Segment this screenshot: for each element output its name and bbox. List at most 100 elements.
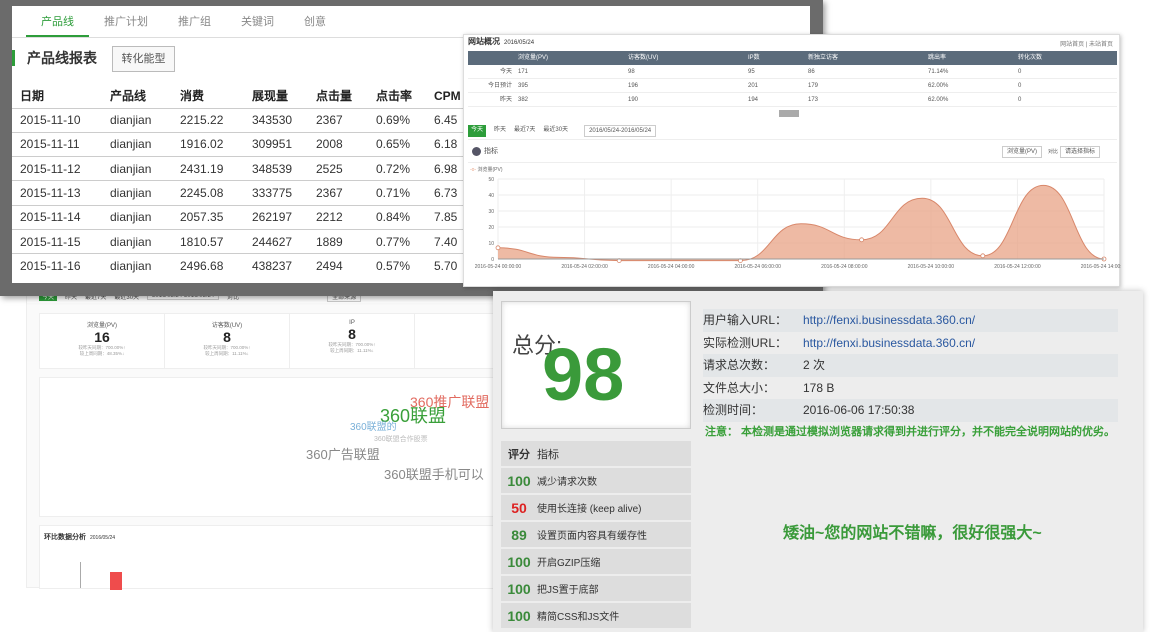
tab-keyword[interactable]: 关键词: [226, 6, 289, 37]
chart-icon: [472, 147, 481, 156]
item-score: 100: [507, 472, 531, 489]
summary-cell: 382: [518, 97, 529, 103]
kpi-note: 较上周同期：11.11%↓: [330, 348, 374, 353]
summary-cell: 395: [518, 83, 529, 89]
summary-column-header: 访客数(UV): [628, 55, 659, 61]
info-key: 请求总次数：: [703, 358, 776, 372]
compare-select[interactable]: 请选择指标: [1060, 146, 1101, 158]
column-header[interactable]: 产品线: [102, 84, 172, 108]
column-header[interactable]: 点击率: [368, 84, 426, 108]
period-7days[interactable]: 最近7天: [514, 125, 535, 137]
convert-button[interactable]: 转化能型: [112, 46, 175, 72]
summary-cell: 0: [1018, 83, 1022, 89]
info-key: 实际检测URL：: [703, 335, 788, 350]
table-cell: 2015-11-13: [12, 180, 102, 206]
summary-cell: 95: [748, 69, 755, 75]
compare-title: 环比数据分析 2016/05/24: [40, 526, 500, 548]
info-key: 用户输入URL：: [703, 313, 788, 327]
item-score: 100: [507, 607, 531, 624]
table-cell: 2008: [308, 131, 368, 157]
summary-row: 昨天 382 190 194 173 62.00% 0: [468, 94, 1117, 107]
summary-cell: 86: [808, 69, 815, 75]
cheer-text: 矮油~您的网站不错嘛，很好很强大~: [783, 525, 1042, 542]
url-link[interactable]: http://fenxi.businessdata.360.cn/: [803, 309, 975, 332]
cloud-word[interactable]: 360广告联盟: [306, 444, 380, 463]
info-value: 2016-06-06 17:50:38: [803, 403, 915, 417]
table-cell: 343530: [244, 107, 308, 133]
summary-cell: 194: [748, 97, 759, 103]
column-header[interactable]: 日期: [12, 84, 102, 108]
keyword-cloud: 360推广联盟 360联盟 360联盟的 360联盟合作股票 360广告联盟 3…: [39, 377, 501, 517]
table-cell: 2431.19: [172, 156, 244, 181]
x-tick-label: 2016-05-24 06:00:00: [734, 264, 781, 270]
table-cell: 2015-11-14: [12, 204, 102, 230]
overview-date: 2016/05/24: [504, 40, 535, 46]
cloud-word[interactable]: 360联盟的: [350, 418, 397, 433]
table-cell: 0.69%: [368, 107, 426, 133]
period-yesterday[interactable]: 昨天: [494, 125, 506, 137]
column-header[interactable]: 点击量: [308, 84, 368, 108]
column-header[interactable]: 消费: [172, 84, 244, 108]
table-cell: dianjian: [102, 156, 172, 181]
overview-header: 网站概况 2016/05/24: [464, 35, 1119, 49]
summary-cell: 62.00%: [928, 83, 949, 89]
summary-cell: 98: [628, 69, 635, 75]
metric-score-item: 100 减少请求次数: [501, 468, 691, 493]
metric-score-item: 100 把JS置于底部: [501, 576, 691, 601]
item-score: 100: [507, 553, 531, 570]
data-point: [859, 237, 865, 243]
table-cell: dianjian: [102, 253, 172, 279]
x-tick-label: 2016-05-24 02:00:00: [561, 264, 608, 270]
period-30days[interactable]: 最近30天: [543, 125, 568, 137]
tab-product-line[interactable]: 产品线: [26, 6, 89, 37]
y-tick-label: 10: [488, 241, 494, 247]
header-links[interactable]: 网站首页 | 未站首页: [1060, 39, 1113, 48]
table-cell: 309951: [244, 131, 308, 157]
summary-header-row: 浏览量(PV) 访客数(UV) IP数 新独立访客 跳出率 转化次数: [468, 51, 1117, 65]
item-score: 89: [511, 526, 527, 543]
date-range-picker[interactable]: 2016/05/24-2016/05/24: [584, 125, 657, 137]
table-cell: 348539: [244, 156, 308, 181]
item-name: 减少请求次数: [537, 477, 597, 488]
column-header[interactable]: 展现量: [244, 84, 308, 108]
period-today[interactable]: 今天: [468, 125, 487, 137]
y-tick-label: 50: [488, 177, 494, 183]
tab-creative[interactable]: 创意: [289, 6, 341, 37]
table-cell: 0.57%: [368, 253, 426, 279]
summary-cell: 昨天: [499, 97, 512, 103]
table-cell: 244627: [244, 228, 308, 254]
item-name: 使用长连接 (keep alive): [537, 504, 642, 515]
expand-toggle[interactable]: [779, 110, 799, 117]
summary-column-header: 跳出率: [928, 55, 947, 61]
x-tick-label: 2016-05-24 12:00:00: [994, 264, 1041, 270]
table-cell: 2057.35: [172, 204, 244, 230]
summary-column-header: IP数: [748, 55, 760, 61]
summary-cell: 71.14%: [928, 69, 949, 75]
cloud-word[interactable]: 360联盟手机可以: [384, 464, 484, 483]
table-cell: 2367: [308, 107, 368, 133]
table-cell: 0.71%: [368, 180, 426, 206]
x-tick-label: 2016-05-24 00:00:00: [475, 264, 522, 270]
info-value: 2 次: [803, 358, 826, 372]
kpi-label: 浏览量(PV): [86, 323, 117, 329]
summary-cell: 0: [1018, 97, 1022, 103]
info-list: 用户输入URL： http://fenxi.businessdata.360.cn…: [703, 309, 1118, 422]
tab-campaign[interactable]: 推广计划: [89, 6, 163, 37]
summary-column-header: 转化次数: [1018, 55, 1043, 61]
tab-ad-group[interactable]: 推广组: [163, 6, 226, 37]
summary-column-header: 浏览量(PV): [518, 55, 549, 61]
compare-axis: [80, 562, 81, 588]
table-row: 2015-11-12 dianjian 2431.19 348539 2525 0.72%…: [12, 156, 524, 181]
info-row: 请求总次数： 2 次: [703, 354, 1118, 377]
table-cell: 0.72%: [368, 156, 426, 181]
info-key: 检测时间：: [703, 403, 764, 417]
compare-bar: [110, 572, 122, 590]
table-cell: 262197: [244, 204, 308, 230]
summary-cell: 今天: [499, 69, 512, 75]
url-link[interactable]: http://fenxi.businessdata.360.cn/: [803, 332, 975, 355]
metric-select[interactable]: 浏览量(PV): [1002, 146, 1043, 158]
report-table: 日期产品线消费展现量点击量点击率CPMCPC 2015-11-10dianjia…: [12, 84, 524, 279]
warning-text: 注意： 本检测是通过模拟浏览器请求得到并进行评分，并不能完全说明网站的优劣。: [705, 426, 1116, 438]
summary-column-header: [468, 51, 518, 65]
cloud-word[interactable]: 360联盟合作股票: [374, 434, 428, 444]
